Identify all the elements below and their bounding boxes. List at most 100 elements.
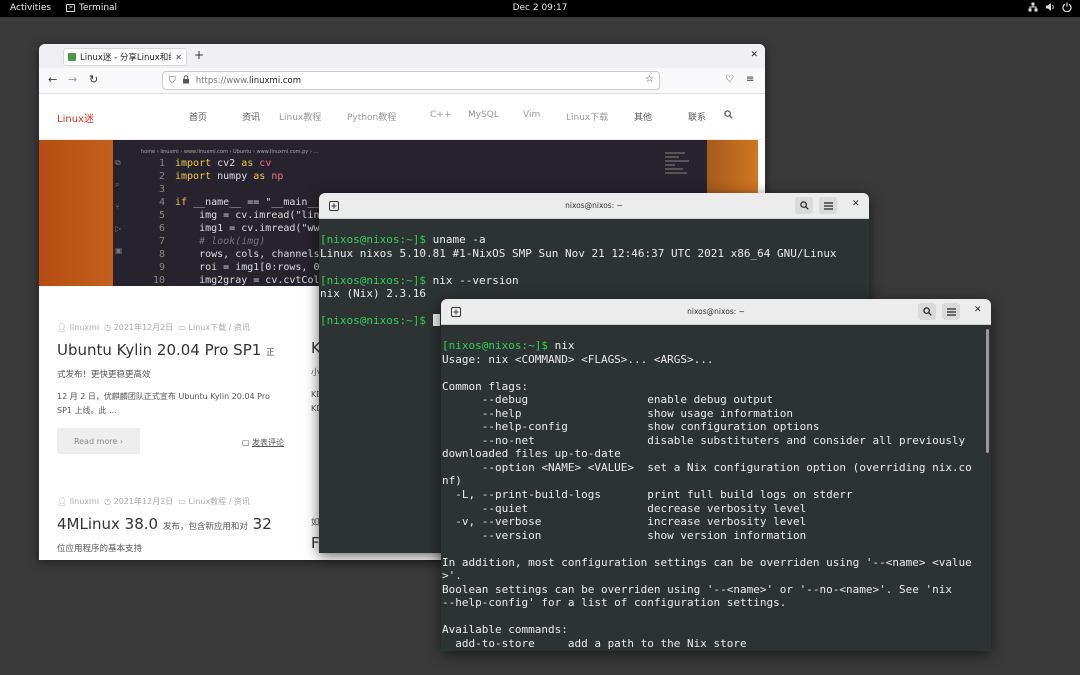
lock-icon[interactable] (182, 74, 190, 87)
nav-vim[interactable]: Vim (523, 110, 566, 123)
nav-home[interactable]: 首页 (189, 110, 242, 123)
terminal-line: [nixos@nixos:~]$ nix --version (320, 274, 869, 288)
code-token: np (265, 171, 284, 182)
activities-button[interactable]: Activities (10, 3, 51, 13)
code-token: import (175, 171, 212, 182)
nav-cpp[interactable]: C++ (430, 110, 468, 123)
code-listing: 1 import cv2 as cv 2 import numpy as np 3 4 if… (149, 157, 326, 286)
app-menu[interactable]: > Terminal (66, 3, 117, 13)
post-title-line2[interactable]: 式发布！更快更稳更高效 (57, 368, 282, 380)
site-logo[interactable]: Linux迷 (57, 110, 94, 125)
browser-tab[interactable]: Linux迷 - 分享Linux和编 ✕ (63, 48, 187, 66)
forward-icon[interactable]: → (68, 73, 77, 87)
post-title-line2[interactable]: 位应用程序的基本支持 (57, 542, 297, 554)
close-icon[interactable]: ✕ (852, 199, 860, 209)
post-author[interactable]: linuxmi (70, 497, 99, 506)
code-token: import (175, 158, 212, 169)
site-nav: 首页 资讯 Linux教程 Python教程 C++ MySQL Vim Lin… (189, 110, 733, 123)
post-category[interactable]: Linux下载 / 资讯 (189, 323, 250, 332)
code-token: # look(img) (175, 236, 266, 247)
author-icon: 👤︎ (57, 497, 68, 506)
code-token: numpy (211, 171, 254, 182)
clock[interactable]: Dec 2 09:17 (513, 3, 568, 13)
menu-icon[interactable] (819, 197, 837, 214)
navigation-bar: ← → ↻ ⛉ https://www.linuxmi.com ☆ ♡ ≡ (39, 68, 765, 94)
search-icon[interactable] (795, 197, 813, 214)
url-domain: linuxmi.com (249, 75, 302, 86)
bookmark-star-icon[interactable]: ☆ (645, 74, 654, 85)
top-bar: Activities > Terminal Dec 2 09:17 (0, 0, 1080, 17)
nav-other[interactable]: 其他 (634, 110, 688, 123)
folder-icon: ▭ (178, 497, 186, 506)
reload-icon[interactable]: ↻ (89, 73, 98, 87)
pocket-icon[interactable]: ♡ (725, 73, 734, 87)
nav-python-tutorial[interactable]: Python教程 (347, 110, 430, 123)
terminal-line: -L, --print-build-logs print full build … (442, 488, 991, 502)
shield-icon[interactable]: ⛉ (169, 76, 176, 86)
terminal-line (442, 366, 991, 380)
back-icon[interactable]: ← (48, 73, 57, 87)
tab-title: Linux迷 - 分享Linux和编 (80, 53, 172, 63)
network-icon (1028, 2, 1038, 12)
post-card: 👤︎ linuxmi ◷ 2021年12月2日 ▭ Linux下载 / 资讯 U… (57, 322, 284, 454)
window-close-icon[interactable]: ✕ (750, 50, 758, 60)
terminal-line (442, 542, 991, 556)
terminal-text: >'. (442, 569, 462, 583)
post-meta: 👤︎ linuxmi ◷ 2021年12月2日 ▭ Linux教程 / 资讯 (57, 496, 297, 507)
terminal-line: Linux nixos 5.10.81 #1-NixOS SMP Sun Nov… (320, 247, 869, 261)
code-line: 7 # look(img) (149, 235, 326, 248)
post-title-num[interactable]: 32 (253, 515, 272, 533)
terminal-text: Linux nixos 5.10.81 #1-NixOS SMP Sun Nov… (320, 246, 837, 260)
nav-linux-tutorial[interactable]: Linux教程 (279, 110, 347, 123)
menu-icon[interactable]: ≡ (746, 73, 754, 87)
post-title-tail[interactable]: 正 (266, 348, 275, 358)
post-title-tail[interactable]: 发布，包含新应用和对 (163, 522, 248, 532)
post-title[interactable]: Ubuntu Kylin 20.04 Pro SP1 正 (57, 341, 282, 359)
terminal-text: --quiet decrease verbosity level (442, 501, 807, 515)
search-icon[interactable] (918, 303, 936, 320)
read-more-button[interactable]: Read more › (57, 428, 140, 454)
clock-icon: ◷ (104, 323, 112, 332)
code-token: img1 = cv.imread("www (175, 223, 326, 234)
nav-mysql[interactable]: MySQL (468, 110, 523, 123)
post-title-text[interactable]: Ubuntu Kylin 20.04 Pro SP1 (57, 341, 261, 359)
code-line: 10 img2gray = cv.cvtColo (149, 274, 326, 286)
menu-icon[interactable] (942, 303, 960, 320)
line-number: 6 (158, 223, 165, 234)
post-title[interactable]: 4MLinux 38.0 发布，包含新应用和对 32 (57, 515, 297, 533)
code-line: 8 rows, cols, channels (149, 248, 326, 261)
comment-icon: ▢ (241, 438, 250, 447)
terminal-title: nixos@nixos: ~ (687, 307, 745, 316)
system-tray[interactable] (1028, 2, 1072, 12)
code-token: rows, cols, channels (175, 249, 320, 260)
nav-linux-download[interactable]: Linux下载 (566, 110, 634, 123)
nav-contact[interactable]: 联系 (688, 110, 724, 123)
comment-link[interactable]: ▢ 发表评论 (242, 437, 284, 448)
terminal-text: --debug enable debug output (442, 393, 774, 407)
terminal-line: Usage: nix <COMMAND> <FLAGS>... <ARGS>..… (442, 353, 991, 367)
line-number: 5 (158, 210, 165, 221)
code-token: cv2 (211, 158, 242, 169)
terminal-text: nf) (442, 474, 462, 488)
close-tab-icon[interactable]: ✕ (175, 53, 186, 62)
post-author[interactable]: linuxmi (70, 323, 99, 332)
close-icon[interactable]: ✕ (974, 305, 982, 315)
url-bar[interactable]: ⛉ https://www.linuxmi.com ☆ (162, 71, 660, 90)
new-tab-icon[interactable]: + (194, 48, 204, 62)
terminal-output[interactable]: [nixos@nixos:~]$ nix Usage: nix <COMMAND>… (441, 325, 991, 651)
terminal-text: nix (547, 339, 575, 352)
code-token: as (241, 158, 254, 169)
site-search-icon[interactable] (724, 110, 733, 123)
shell-prompt: [nixos@nixos:~]$ (320, 314, 426, 328)
terminal-scrollbar[interactable] (986, 329, 989, 453)
post-category[interactable]: Linux教程 / 资讯 (189, 497, 250, 506)
post-meta: 👤︎ linuxmi ◷ 2021年12月2日 ▭ Linux下载 / 资讯 (57, 322, 282, 333)
post-title-text[interactable]: 4MLinux 38.0 (57, 515, 158, 533)
comment-label: 发表评论 (252, 438, 284, 447)
code-line: 1 import cv2 as cv (149, 157, 326, 170)
nav-news[interactable]: 资讯 (242, 110, 279, 123)
terminal-header-bar: nixos@nixos: ~ ✕ (441, 299, 991, 325)
terminal-line: add-to-store add a path to the Nix store (442, 637, 991, 651)
clock-icon: ◷ (104, 497, 112, 506)
terminal-header-bar: nixos@nixos: ~ ✕ (319, 193, 869, 219)
